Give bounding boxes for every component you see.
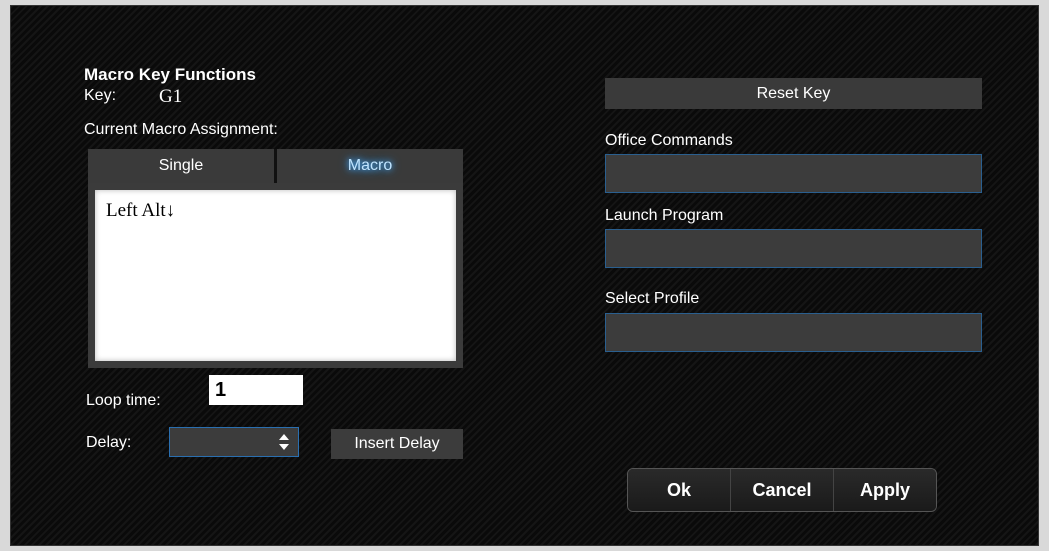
ok-button[interactable]: Ok: [628, 469, 731, 511]
updown-arrows-icon: [279, 434, 289, 450]
launch-program-field[interactable]: [605, 229, 982, 268]
loop-time-label: Loop time:: [86, 392, 161, 409]
key-value: G1: [159, 86, 183, 107]
select-profile-field[interactable]: [605, 313, 982, 352]
apply-button[interactable]: Apply: [834, 469, 936, 511]
office-commands-label: Office Commands: [605, 132, 733, 149]
reset-key-button[interactable]: Reset Key: [605, 78, 982, 109]
key-label: Key:: [84, 87, 117, 104]
delay-select[interactable]: [169, 427, 299, 457]
cancel-button[interactable]: Cancel: [731, 469, 834, 511]
delay-label: Delay:: [86, 434, 132, 451]
launch-program-label: Launch Program: [605, 207, 724, 224]
macro-content-frame: Left Alt↓: [88, 183, 463, 368]
macro-key-dialog: Macro Key Functions Key: G1 Current Macr…: [10, 5, 1039, 546]
tab-single[interactable]: Single: [88, 149, 277, 183]
dialog-button-group: Ok Cancel Apply: [627, 468, 937, 512]
macro-content-area[interactable]: Left Alt↓: [95, 190, 456, 361]
office-commands-field[interactable]: [605, 154, 982, 193]
select-profile-label: Select Profile: [605, 290, 700, 307]
loop-time-input[interactable]: [209, 375, 303, 405]
insert-delay-button[interactable]: Insert Delay: [331, 429, 463, 459]
dialog-title: Macro Key Functions: [84, 65, 256, 84]
current-assignment-label: Current Macro Assignment:: [84, 121, 278, 138]
assignment-tabs: Single Macro: [88, 149, 463, 183]
tab-macro[interactable]: Macro: [277, 149, 463, 183]
